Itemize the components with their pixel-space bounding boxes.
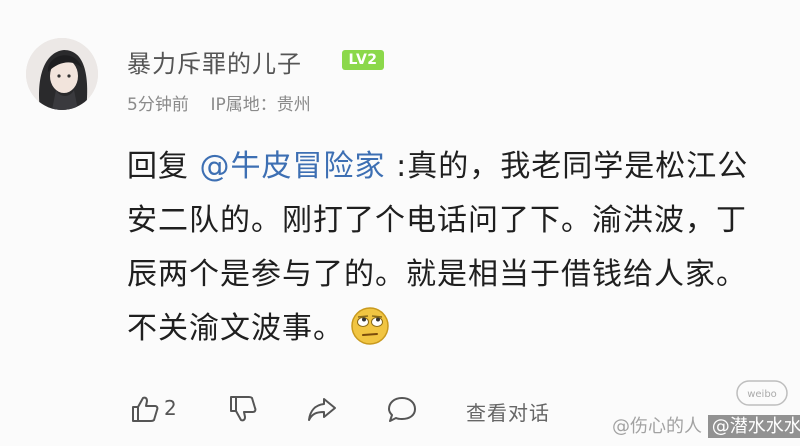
comment-icon[interactable] <box>386 394 418 424</box>
comment-card: 暴力斥罪的儿子 LV2 5分钟前 IP属地：贵州 回复 @牛皮冒险家 :真的，我… <box>0 0 800 446</box>
username[interactable]: 暴力斥罪的儿子 <box>127 44 302 79</box>
thumbs-down-icon[interactable] <box>228 394 258 424</box>
rolling-eyes-emoji-icon <box>350 306 390 346</box>
mention-link[interactable]: @牛皮冒险家 <box>200 149 386 184</box>
watermark: @伤心的人 @潜水水水 <box>612 412 800 438</box>
share-icon[interactable] <box>306 394 338 424</box>
thumbs-up-icon[interactable] <box>130 394 160 424</box>
avatar[interactable] <box>26 38 98 110</box>
timestamp: 5分钟前 <box>127 95 189 115</box>
watermark-text: @伤心的人 <box>612 416 702 437</box>
like-count: 2 <box>164 396 177 420</box>
svg-text:weibo: weibo <box>747 389 777 400</box>
ip-location: IP属地：贵州 <box>210 95 311 115</box>
watermark-handle: @潜水水水 <box>707 415 800 438</box>
avatar-image <box>26 38 98 110</box>
weibo-watermark-icon: weibo <box>736 380 788 406</box>
comment-meta: 5分钟前 IP属地：贵州 <box>127 90 311 115</box>
reply-prefix: 回复 <box>127 149 200 184</box>
level-badge: LV2 <box>342 50 384 70</box>
view-thread-link[interactable]: 查看对话 <box>466 397 550 426</box>
comment-body: 回复 @牛皮冒险家 :真的，我老同学是松江公安二队的。刚打了个电话问了下。渝洪波… <box>127 140 777 356</box>
